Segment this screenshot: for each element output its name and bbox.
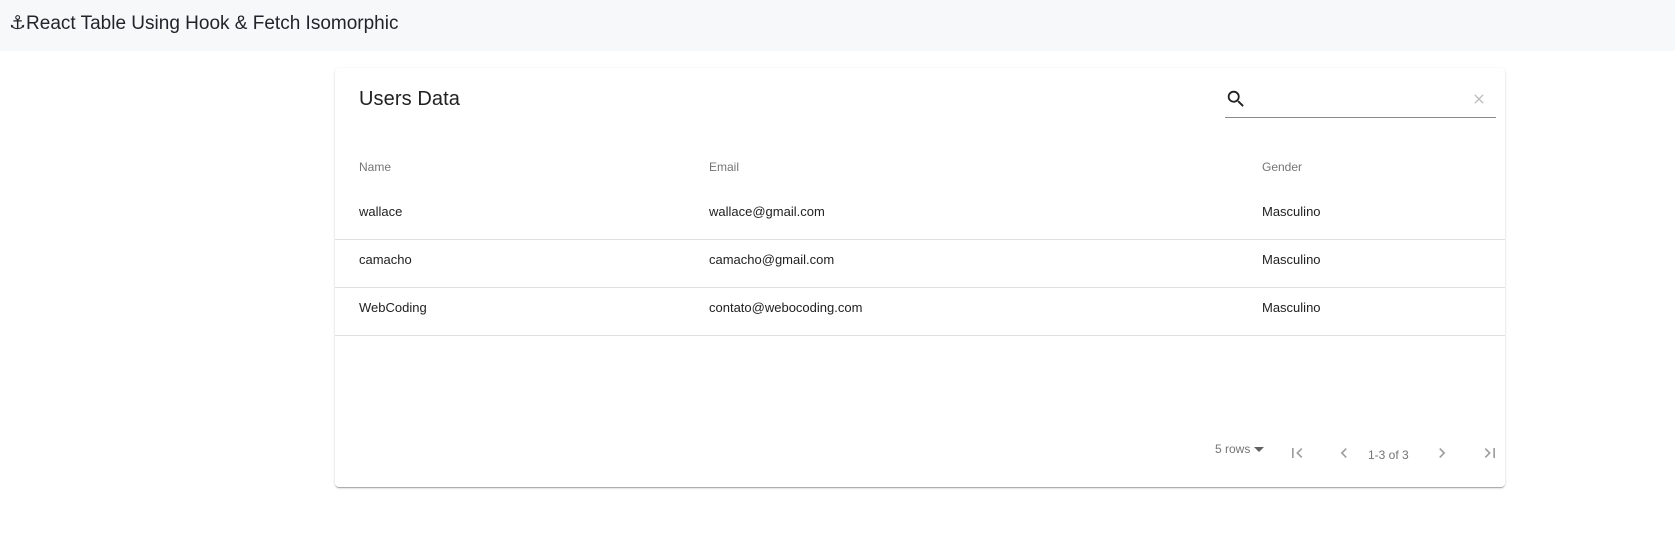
column-header-email[interactable]: Email [709, 146, 739, 192]
cell-email: camacho@gmail.com [709, 252, 835, 267]
caret-down-icon [1254, 447, 1265, 453]
table-row[interactable]: camacho camacho@gmail.com Masculino [335, 240, 1505, 288]
page-info: 1-3 of 3 [1368, 448, 1409, 462]
pagination-bar: 5 rows 1-3 of 3 [335, 438, 1505, 472]
app-title: ⚓React Table Using Hook & Fetch Isomorph… [9, 13, 399, 34]
navbar: ⚓React Table Using Hook & Fetch Isomorph… [0, 0, 1675, 51]
chevron-right-icon[interactable] [1432, 443, 1452, 463]
cell-name: WebCoding [359, 300, 427, 315]
column-header-gender[interactable]: Gender [1262, 146, 1302, 192]
table-title: Users Data [359, 88, 461, 110]
table-row[interactable]: WebCoding contato@webocoding.com Masculi… [335, 288, 1505, 336]
close-icon[interactable] [1471, 91, 1487, 107]
cell-gender: Masculino [1262, 252, 1321, 267]
first-page-icon[interactable] [1287, 443, 1307, 463]
chevron-left-icon[interactable] [1334, 443, 1354, 463]
search-icon [1227, 90, 1244, 107]
cell-email: wallace@gmail.com [709, 204, 825, 219]
rows-per-page-select[interactable]: 5 rows [1215, 442, 1265, 466]
table-header-row: Name Email Gender [335, 146, 1505, 192]
cell-gender: Masculino [1262, 300, 1321, 315]
rows-per-page-label: 5 rows [1215, 442, 1251, 456]
column-header-name[interactable]: Name [359, 146, 391, 192]
users-table: Name Email Gender wallace wallace@gmail.… [335, 146, 1505, 336]
cell-name: wallace [359, 204, 403, 219]
last-page-icon[interactable] [1480, 443, 1500, 463]
cell-name: camacho [359, 252, 412, 267]
cell-gender: Masculino [1262, 204, 1321, 219]
users-table-card: Users Data Name Email Gender wallace wal… [335, 68, 1505, 487]
search-field [1225, 86, 1496, 118]
search-input[interactable] [1255, 88, 1460, 112]
table-row[interactable]: wallace wallace@gmail.com Masculino [335, 192, 1505, 240]
cell-email: contato@webocoding.com [709, 300, 863, 315]
